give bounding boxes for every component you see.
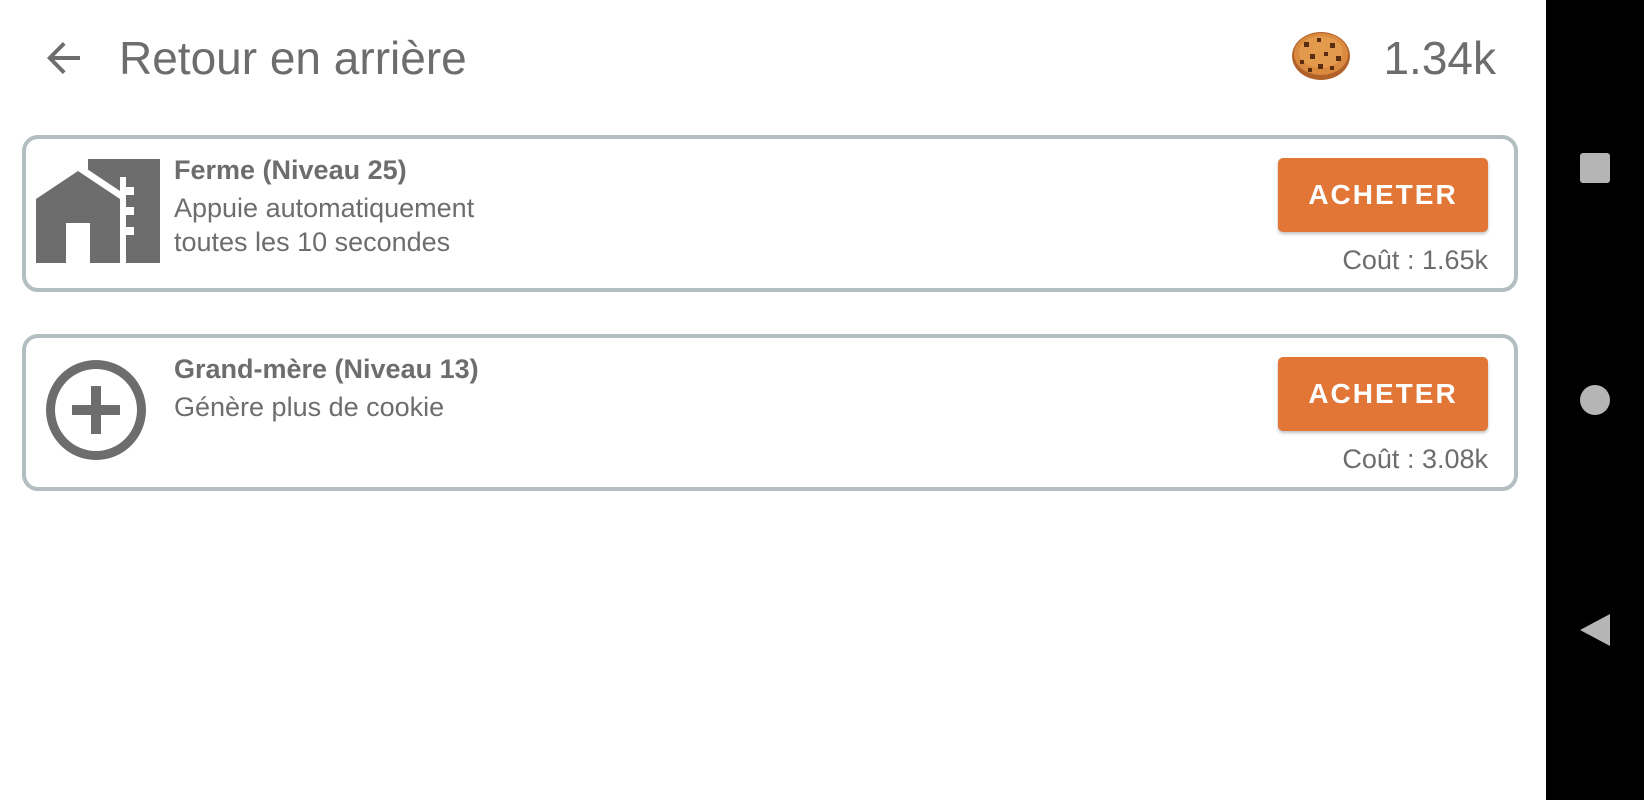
upgrade-card-farm: Ferme (Niveau 25) Appuie automatiquement…	[22, 135, 1518, 292]
page-title[interactable]: Retour en arrière	[119, 30, 467, 86]
upgrade-card-grandma: Grand-mère (Niveau 13) Génère plus de co…	[22, 334, 1518, 491]
upgrade-description-line: toutes les 10 secondes	[174, 227, 451, 257]
cookie-count: 1.34k	[1383, 32, 1496, 84]
buy-button-farm[interactable]: ACHETER	[1278, 158, 1488, 232]
upgrade-description: Génère plus de cookie	[174, 390, 444, 424]
upgrade-title: Grand-mère (Niveau 13)	[174, 354, 479, 384]
system-navigation-bar	[1546, 0, 1644, 800]
farm-building-icon	[36, 159, 160, 263]
upgrade-description-line: Génère plus de cookie	[174, 392, 445, 422]
cookie-icon	[1292, 32, 1350, 80]
upgrade-description-line: Appuie automatiquement	[174, 193, 475, 223]
back-button[interactable]	[36, 30, 92, 86]
app-content: Retour en arrière 1.34k Ferme (Niveau 25…	[0, 0, 1546, 800]
screen: Retour en arrière 1.34k Ferme (Niveau 25…	[0, 0, 1644, 800]
recents-square-icon	[1580, 153, 1610, 183]
upgrade-cost: Coût : 1.65k	[1342, 245, 1488, 275]
upgrade-description: Appuie automatiquement toutes les 10 sec…	[174, 191, 474, 259]
home-circle-icon	[1580, 385, 1610, 415]
arrow-back-icon	[47, 42, 80, 74]
add-circle-icon	[46, 360, 146, 460]
buy-button-grandma[interactable]: ACHETER	[1278, 357, 1488, 431]
back-triangle-icon	[1580, 614, 1610, 646]
home-button[interactable]	[1546, 372, 1644, 428]
header-bar: Retour en arrière 1.34k	[0, 0, 1546, 118]
system-back-button[interactable]	[1546, 602, 1644, 658]
recents-button[interactable]	[1546, 140, 1644, 196]
upgrade-title: Ferme (Niveau 25)	[174, 155, 407, 185]
upgrade-cost: Coût : 3.08k	[1342, 444, 1488, 474]
